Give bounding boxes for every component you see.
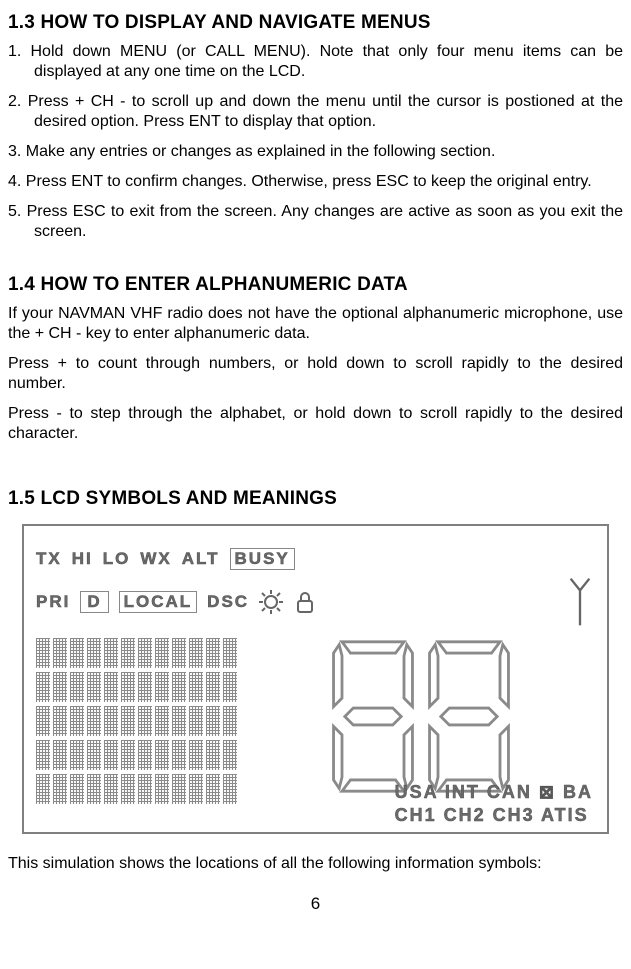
annunciator-alt: ALT (182, 549, 220, 569)
annunciator-busy: BUSY (230, 548, 295, 570)
step-item: 3. Make any entries or changes as explai… (8, 142, 623, 162)
annunciator-hi: HI (72, 549, 93, 569)
paragraph: If your NAVMAN VHF radio does not have t… (8, 304, 623, 344)
steps-list-1-3: 1. Hold down MENU (or CALL MENU). Note t… (8, 42, 623, 242)
paragraph: Press + to count through numbers, or hol… (8, 354, 623, 394)
lock-icon (293, 590, 317, 614)
seven-segment-digit-1 (329, 639, 417, 799)
lcd-figure: TX HI LO WX ALT BUSY PRI D LOCAL DSC (22, 524, 609, 834)
step-item: 2. Press + CH - to scroll up and down th… (8, 92, 623, 132)
antenna-icon (565, 574, 595, 630)
figure-caption: This simulation shows the locations of a… (8, 854, 623, 874)
heading-1-3: 1.3 HOW TO DISPLAY AND NAVIGATE MENUS (8, 12, 623, 34)
annunciator-tx: TX (36, 549, 62, 569)
manual-page: 1.3 HOW TO DISPLAY AND NAVIGATE MENUS 1.… (0, 0, 631, 969)
lcd-inner: TX HI LO WX ALT BUSY PRI D LOCAL DSC (36, 548, 595, 804)
seven-segment-digit-2 (425, 639, 513, 799)
step-item: 4. Press ENT to confirm changes. Otherwi… (8, 172, 623, 192)
annunciator-pri: PRI (36, 592, 70, 612)
heading-1-4: 1.4 HOW TO ENTER ALPHANUMERIC DATA (8, 274, 623, 296)
lcd-seven-segment-area (237, 634, 595, 804)
lcd-bottom-labels: USA INT CAN ⊠ BA CH1 CH2 CH3 ATIS (395, 780, 593, 826)
annunciator-dsc: DSC (207, 592, 249, 612)
lcd-middle-area (36, 634, 595, 804)
page-number: 6 (8, 894, 623, 914)
step-item: 5. Press ESC to exit from the screen. An… (8, 202, 623, 242)
lcd-annunciator-row-2: PRI D LOCAL DSC (36, 574, 595, 630)
heading-1-5: 1.5 LCD SYMBOLS AND MEANINGS (8, 488, 623, 510)
paragraph: Press - to step through the alphabet, or… (8, 404, 623, 444)
step-item: 1. Hold down MENU (or CALL MENU). Note t… (8, 42, 623, 82)
annunciator-local: LOCAL (119, 591, 198, 613)
alarm-icon (259, 590, 283, 614)
lcd-bottom-row-2: CH1 CH2 CH3 ATIS (395, 805, 593, 826)
lcd-bottom-row-1: USA INT CAN ⊠ BA (395, 782, 593, 803)
annunciator-d: D (80, 591, 108, 613)
lcd-annunciator-row-1: TX HI LO WX ALT BUSY (36, 548, 595, 570)
annunciator-wx: WX (140, 549, 171, 569)
lcd-dot-matrix (36, 638, 237, 804)
annunciator-lo: LO (103, 549, 131, 569)
